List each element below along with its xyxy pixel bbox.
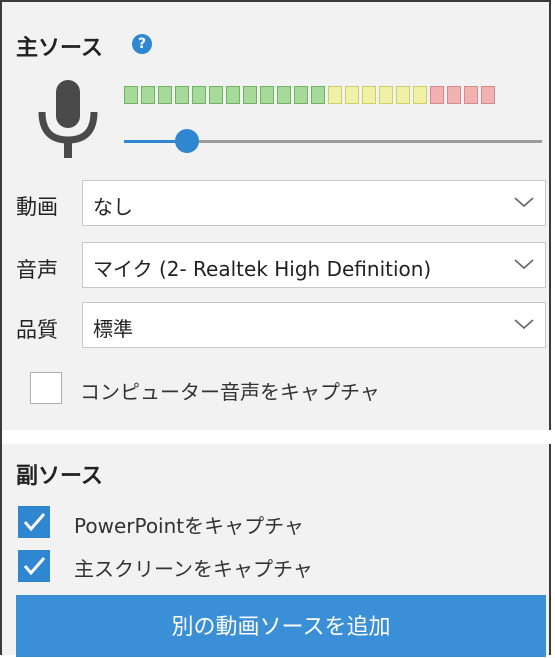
meter-segment: [464, 86, 478, 104]
recording-sources-panel: 主ソース ? 動画 なし 音声 マイク (2- Realtek High Def…: [0, 0, 553, 657]
volume-slider[interactable]: [124, 129, 542, 153]
meter-segment: [226, 86, 240, 104]
meter-segment: [447, 86, 461, 104]
meter-segment: [311, 86, 325, 104]
meter-segment: [413, 86, 427, 104]
capture-computer-audio-checkbox[interactable]: [30, 372, 62, 404]
quality-select[interactable]: 標準: [82, 302, 546, 348]
meter-segment: [141, 86, 155, 104]
meter-segment: [209, 86, 223, 104]
chevron-down-icon: [514, 197, 534, 208]
meter-segment: [379, 86, 393, 104]
video-select[interactable]: なし: [82, 180, 546, 226]
meter-segment: [158, 86, 172, 104]
chevron-down-icon: [514, 259, 534, 270]
meter-segment: [362, 86, 376, 104]
audio-select[interactable]: マイク (2- Realtek High Definition): [82, 242, 546, 288]
microphone-icon: [38, 80, 98, 158]
meter-segment: [294, 86, 308, 104]
meter-segment: [277, 86, 291, 104]
help-icon[interactable]: ?: [132, 34, 152, 54]
quality-select-value: 標準: [93, 317, 133, 341]
meter-segment: [396, 86, 410, 104]
meter-segment: [328, 86, 342, 104]
meter-segment: [124, 86, 138, 104]
meter-segment: [175, 86, 189, 104]
checkmark-icon: [23, 513, 46, 532]
checkmark-icon: [23, 557, 46, 576]
audio-level-meter: [124, 86, 495, 104]
capture-powerpoint-checkbox[interactable]: [18, 506, 50, 538]
audio-label: 音声: [16, 258, 58, 282]
secondary-source-title: 副ソース: [16, 464, 103, 489]
primary-source-title: 主ソース: [16, 36, 103, 61]
capture-main-screen-label[interactable]: 主スクリーンをキャプチャ: [74, 553, 313, 582]
video-label: 動画: [16, 195, 58, 219]
add-video-source-button[interactable]: 別の動画ソースを追加: [16, 595, 546, 657]
meter-segment: [345, 86, 359, 104]
chevron-down-icon: [514, 319, 534, 330]
meter-segment: [481, 86, 495, 104]
meter-segment: [430, 86, 444, 104]
video-select-value: なし: [93, 195, 133, 219]
capture-powerpoint-label[interactable]: PowerPointをキャプチャ: [74, 510, 304, 539]
quality-label: 品質: [16, 318, 58, 342]
meter-segment: [243, 86, 257, 104]
capture-main-screen-checkbox[interactable]: [18, 550, 50, 582]
section-divider: [2, 430, 553, 444]
meter-segment: [192, 86, 206, 104]
capture-computer-audio-label[interactable]: コンピューター音声をキャプチャ: [80, 376, 380, 405]
meter-segment: [260, 86, 274, 104]
audio-select-value: マイク (2- Realtek High Definition): [93, 257, 432, 281]
volume-slider-thumb[interactable]: [174, 129, 199, 153]
